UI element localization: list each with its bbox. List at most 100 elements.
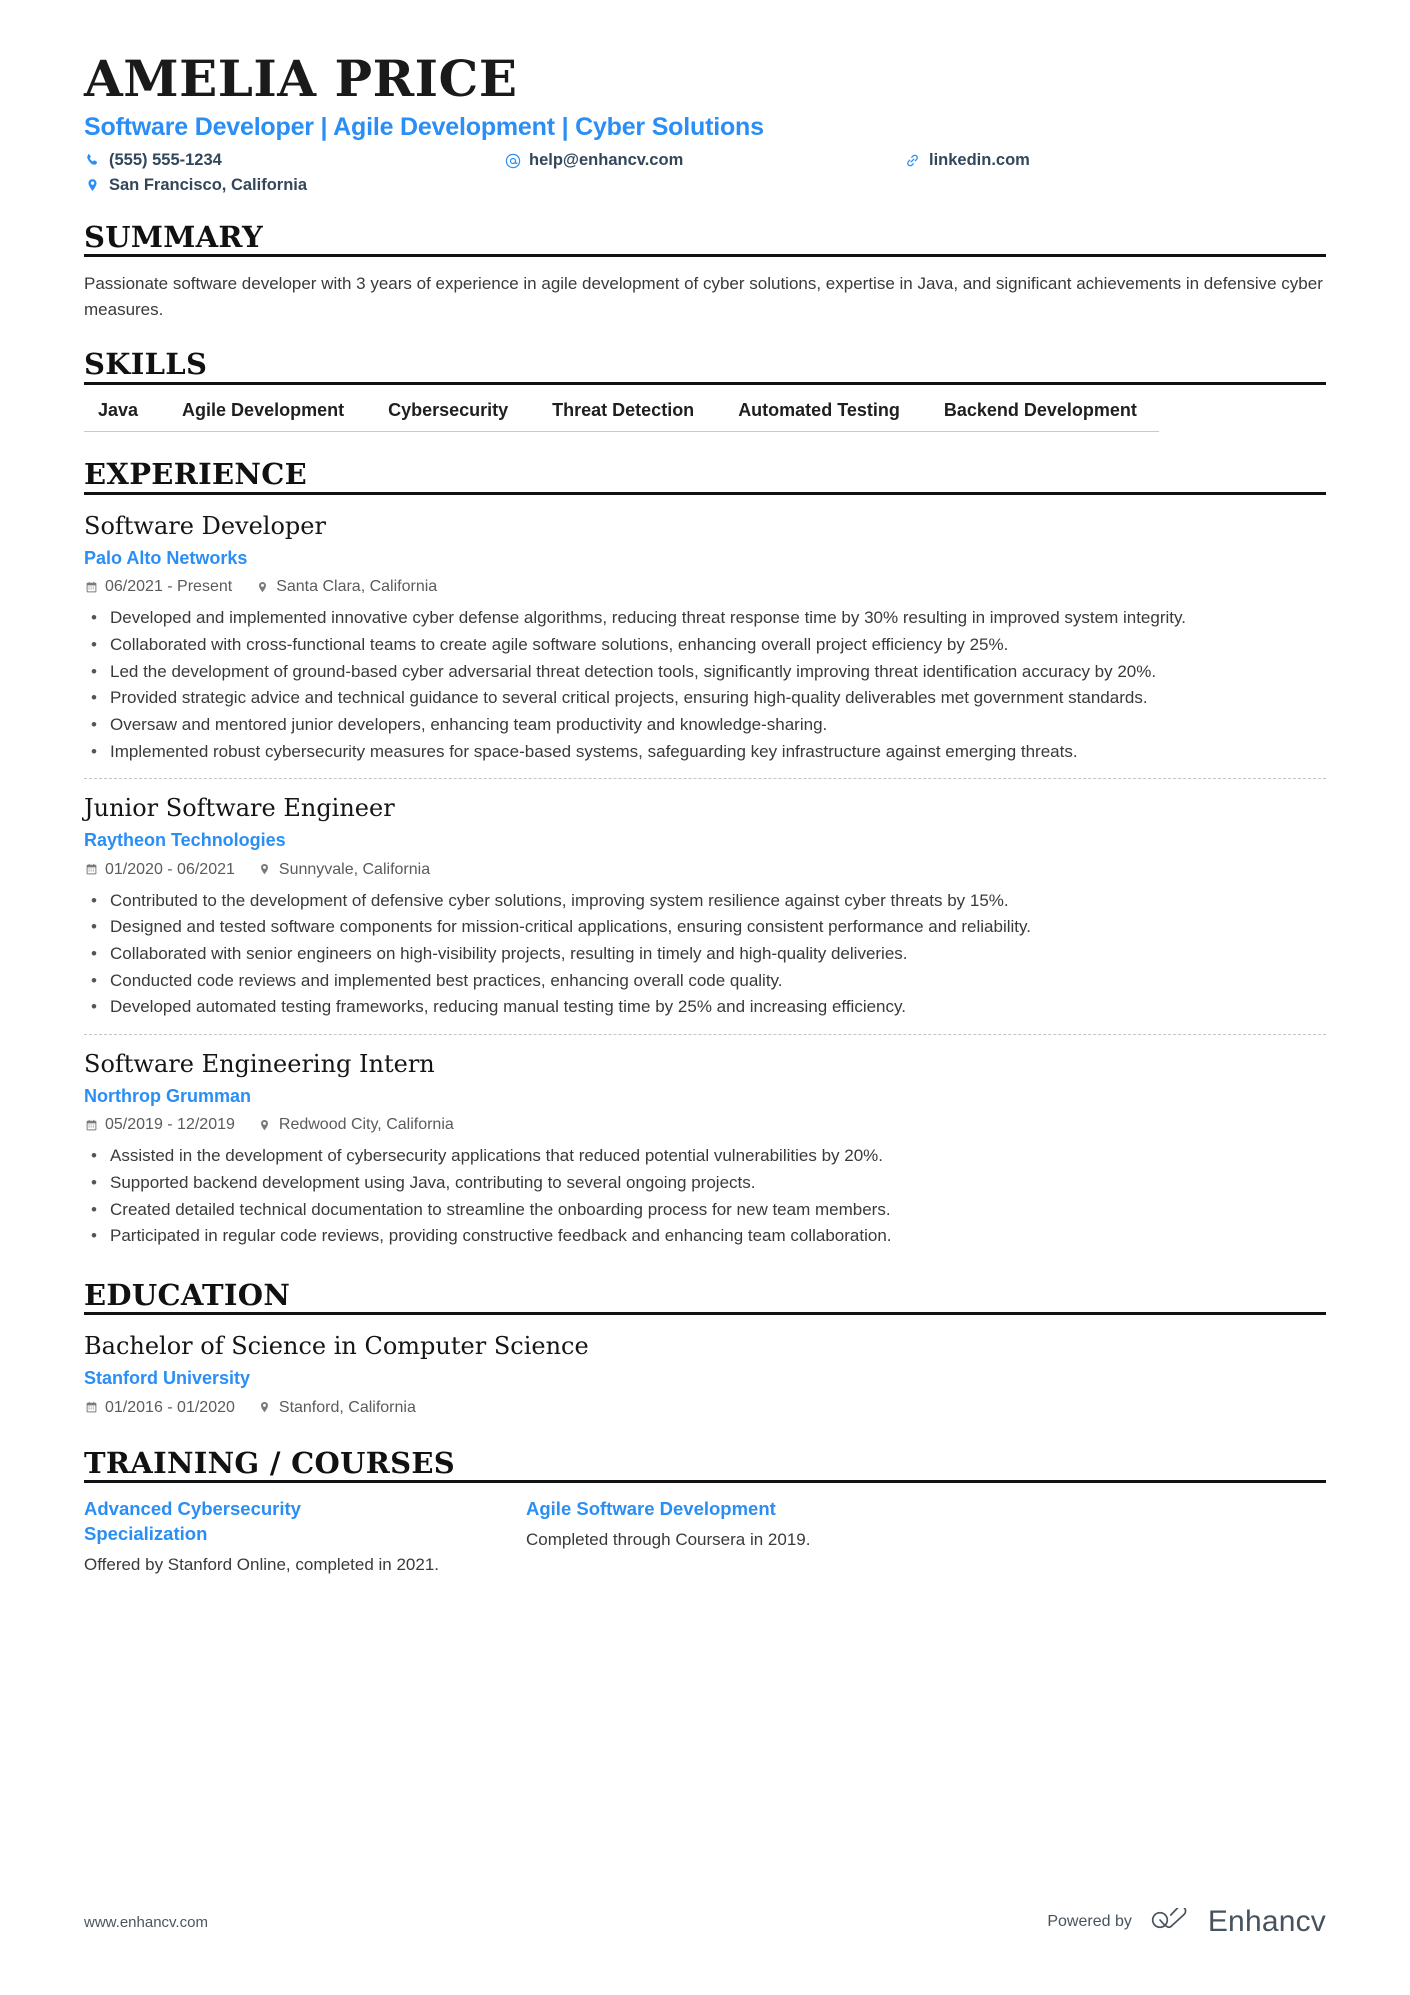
bullet-marker: • xyxy=(91,634,97,654)
location-icon xyxy=(258,1118,272,1133)
contact-location-text: San Francisco, California xyxy=(109,176,308,194)
bullet-marker: • xyxy=(91,917,97,937)
link-icon xyxy=(904,152,921,169)
company-name[interactable]: Northrop Grumman xyxy=(84,1085,1326,1108)
skill-item: Agile Development xyxy=(160,399,367,433)
bullet-text: Supported backend development using Java… xyxy=(110,1172,756,1192)
footer-branding: Powered by Enhancv xyxy=(1047,1905,1326,1939)
section-title-training: TRAINING / COURSES xyxy=(84,1446,456,1484)
bullet-item: • Contributed to the development of defen… xyxy=(84,889,1326,914)
bullet-item: • Provided strategic advice and technical… xyxy=(84,686,1326,711)
section-title-education: EDUCATION xyxy=(84,1278,291,1316)
bullet-marker: • xyxy=(91,661,97,681)
bullet-item: • Assisted in the development of cybersec… xyxy=(84,1144,1326,1169)
job-title: Software Developer xyxy=(84,511,326,540)
job-meta: 01/2020 - 06/2021 Sunnyvale, California xyxy=(84,861,1326,879)
skill-item: Java xyxy=(84,399,161,433)
bullet-text: Assisted in the development of cybersecu… xyxy=(110,1146,883,1166)
experience-entries: Software Developer Palo Alto Networks 06… xyxy=(84,495,1326,1249)
job-bullets: • Contributed to the development of defen… xyxy=(84,889,1326,1020)
job-meta: 06/2021 - Present Santa Clara, Californi… xyxy=(84,578,1326,596)
job-bullets: • Developed and implemented innovative cy… xyxy=(84,606,1326,764)
calendar-icon xyxy=(84,862,98,877)
bullet-marker: • xyxy=(91,890,97,910)
job-location-text: Santa Clara, California xyxy=(276,578,438,596)
job-dates: 06/2021 - Present xyxy=(84,578,232,596)
contact-location: San Francisco, California xyxy=(84,176,504,195)
section-education: EDUCATION Bachelor of Science in Compute… xyxy=(84,1278,1326,1417)
contact-email-text: help@enhancv.com xyxy=(529,151,684,169)
job-location-text: Redwood City, California xyxy=(278,1116,454,1134)
section-experience: EXPERIENCE Software Developer Palo Alto … xyxy=(84,458,1326,1249)
page-footer: www.enhancv.com Powered by Enhancv xyxy=(84,1905,1326,1939)
bullet-item: • Developed automated testing frameworks,… xyxy=(84,995,1326,1020)
bullet-marker: • xyxy=(91,943,97,963)
bullet-text: Conducted code reviews and implemented b… xyxy=(110,970,783,990)
resume-page: AMELIA PRICE Software Developer | Agile … xyxy=(0,0,1410,1995)
course-name[interactable]: Advanced Cybersecurity Specialization xyxy=(84,1497,384,1547)
education-location: Stanford, California xyxy=(258,1399,416,1417)
bullet-marker: • xyxy=(91,741,97,761)
education-location-text: Stanford, California xyxy=(278,1398,416,1416)
location-icon xyxy=(255,580,269,595)
bullet-marker: • xyxy=(91,1146,97,1166)
bullet-text: Developed automated testing frameworks, … xyxy=(110,997,906,1017)
bullet-marker: • xyxy=(91,608,97,628)
job-dates: 01/2020 - 06/2021 xyxy=(84,861,235,879)
contact-linkedin-text: linkedin.com xyxy=(929,151,1030,169)
education-dates: 01/2016 - 01/2020 xyxy=(84,1399,235,1417)
calendar-icon xyxy=(84,1400,98,1415)
school-name[interactable]: Stanford University xyxy=(84,1367,1326,1390)
bullet-marker: • xyxy=(91,997,97,1017)
candidate-name: AMELIA PRICE xyxy=(84,49,518,108)
job-location: Redwood City, California xyxy=(258,1116,454,1134)
section-skills: SKILLS Java Agile Development Cybersecur… xyxy=(84,348,1326,433)
job-dates-text: 01/2020 - 06/2021 xyxy=(105,860,235,878)
skills-list: Java Agile Development Cybersecurity Thr… xyxy=(84,399,1326,433)
powered-by-label: Powered by xyxy=(1047,1913,1132,1930)
bullet-marker: • xyxy=(91,970,97,990)
contact-linkedin[interactable]: linkedin.com xyxy=(904,151,1326,170)
section-title-skills: SKILLS xyxy=(84,348,208,385)
footer-website-url[interactable]: www.enhancv.com xyxy=(84,1914,208,1931)
bullet-item: • Oversaw and mentored junior developers,… xyxy=(84,713,1326,738)
experience-entry: Software Engineering Intern Northrop Gru… xyxy=(84,1033,1326,1249)
experience-entry: Junior Software Engineer Raytheon Techno… xyxy=(84,778,1326,1020)
courses-list: Advanced Cybersecurity Specialization Of… xyxy=(84,1483,1326,1578)
contact-email[interactable]: help@enhancv.com xyxy=(504,151,904,170)
job-dates-text: 06/2021 - Present xyxy=(105,578,233,596)
bullet-item: • Conducted code reviews and implemented … xyxy=(84,969,1326,994)
bullet-text: Collaborated with senior engineers on hi… xyxy=(110,943,908,963)
calendar-icon xyxy=(84,580,98,595)
skill-item: Backend Development xyxy=(921,399,1159,433)
contact-info: (555) 555-1234 help@enhancv.com linkedin… xyxy=(84,151,1326,195)
education-dates-text: 01/2016 - 01/2020 xyxy=(105,1398,235,1416)
location-icon xyxy=(258,862,272,877)
bullet-item: • Led the development of ground-based cyb… xyxy=(84,660,1326,685)
section-summary: SUMMARY Passionate software developer wi… xyxy=(84,221,1326,322)
skill-item: Automated Testing xyxy=(716,399,922,433)
skill-item: Cybersecurity xyxy=(366,399,531,433)
bullet-text: Led the development of ground-based cybe… xyxy=(110,661,1157,681)
bullet-item: • Supported backend development using Jav… xyxy=(84,1171,1326,1196)
summary-text: Passionate software developer with 3 yea… xyxy=(84,274,1323,319)
resume-header: AMELIA PRICE Software Developer | Agile … xyxy=(84,52,1326,195)
course-name[interactable]: Agile Software Development xyxy=(526,1497,826,1522)
company-name[interactable]: Palo Alto Networks xyxy=(84,547,1326,570)
job-dates: 05/2019 - 12/2019 xyxy=(84,1116,235,1134)
contact-phone[interactable]: (555) 555-1234 xyxy=(84,151,504,170)
job-title: Junior Software Engineer xyxy=(84,794,395,823)
bullet-item: • Participated in regular code reviews, p… xyxy=(84,1224,1326,1249)
bullet-marker: • xyxy=(91,714,97,734)
enhancv-wordmark: Enhancv xyxy=(1207,1905,1326,1938)
company-name[interactable]: Raytheon Technologies xyxy=(84,829,1326,852)
education-entries: Bachelor of Science in Computer Science … xyxy=(84,1315,1326,1417)
job-location: Sunnyvale, California xyxy=(258,861,430,879)
bullet-text: Implemented robust cybersecurity measure… xyxy=(110,741,1078,761)
contact-phone-text: (555) 555-1234 xyxy=(109,151,222,169)
candidate-headline: Software Developer | Agile Development |… xyxy=(84,113,764,141)
enhancv-logo-icon xyxy=(1150,1905,1196,1937)
skill-item: Threat Detection xyxy=(530,399,717,433)
bullet-marker: • xyxy=(91,1199,97,1219)
bullet-text: Collaborated with cross-functional teams… xyxy=(110,634,1009,654)
